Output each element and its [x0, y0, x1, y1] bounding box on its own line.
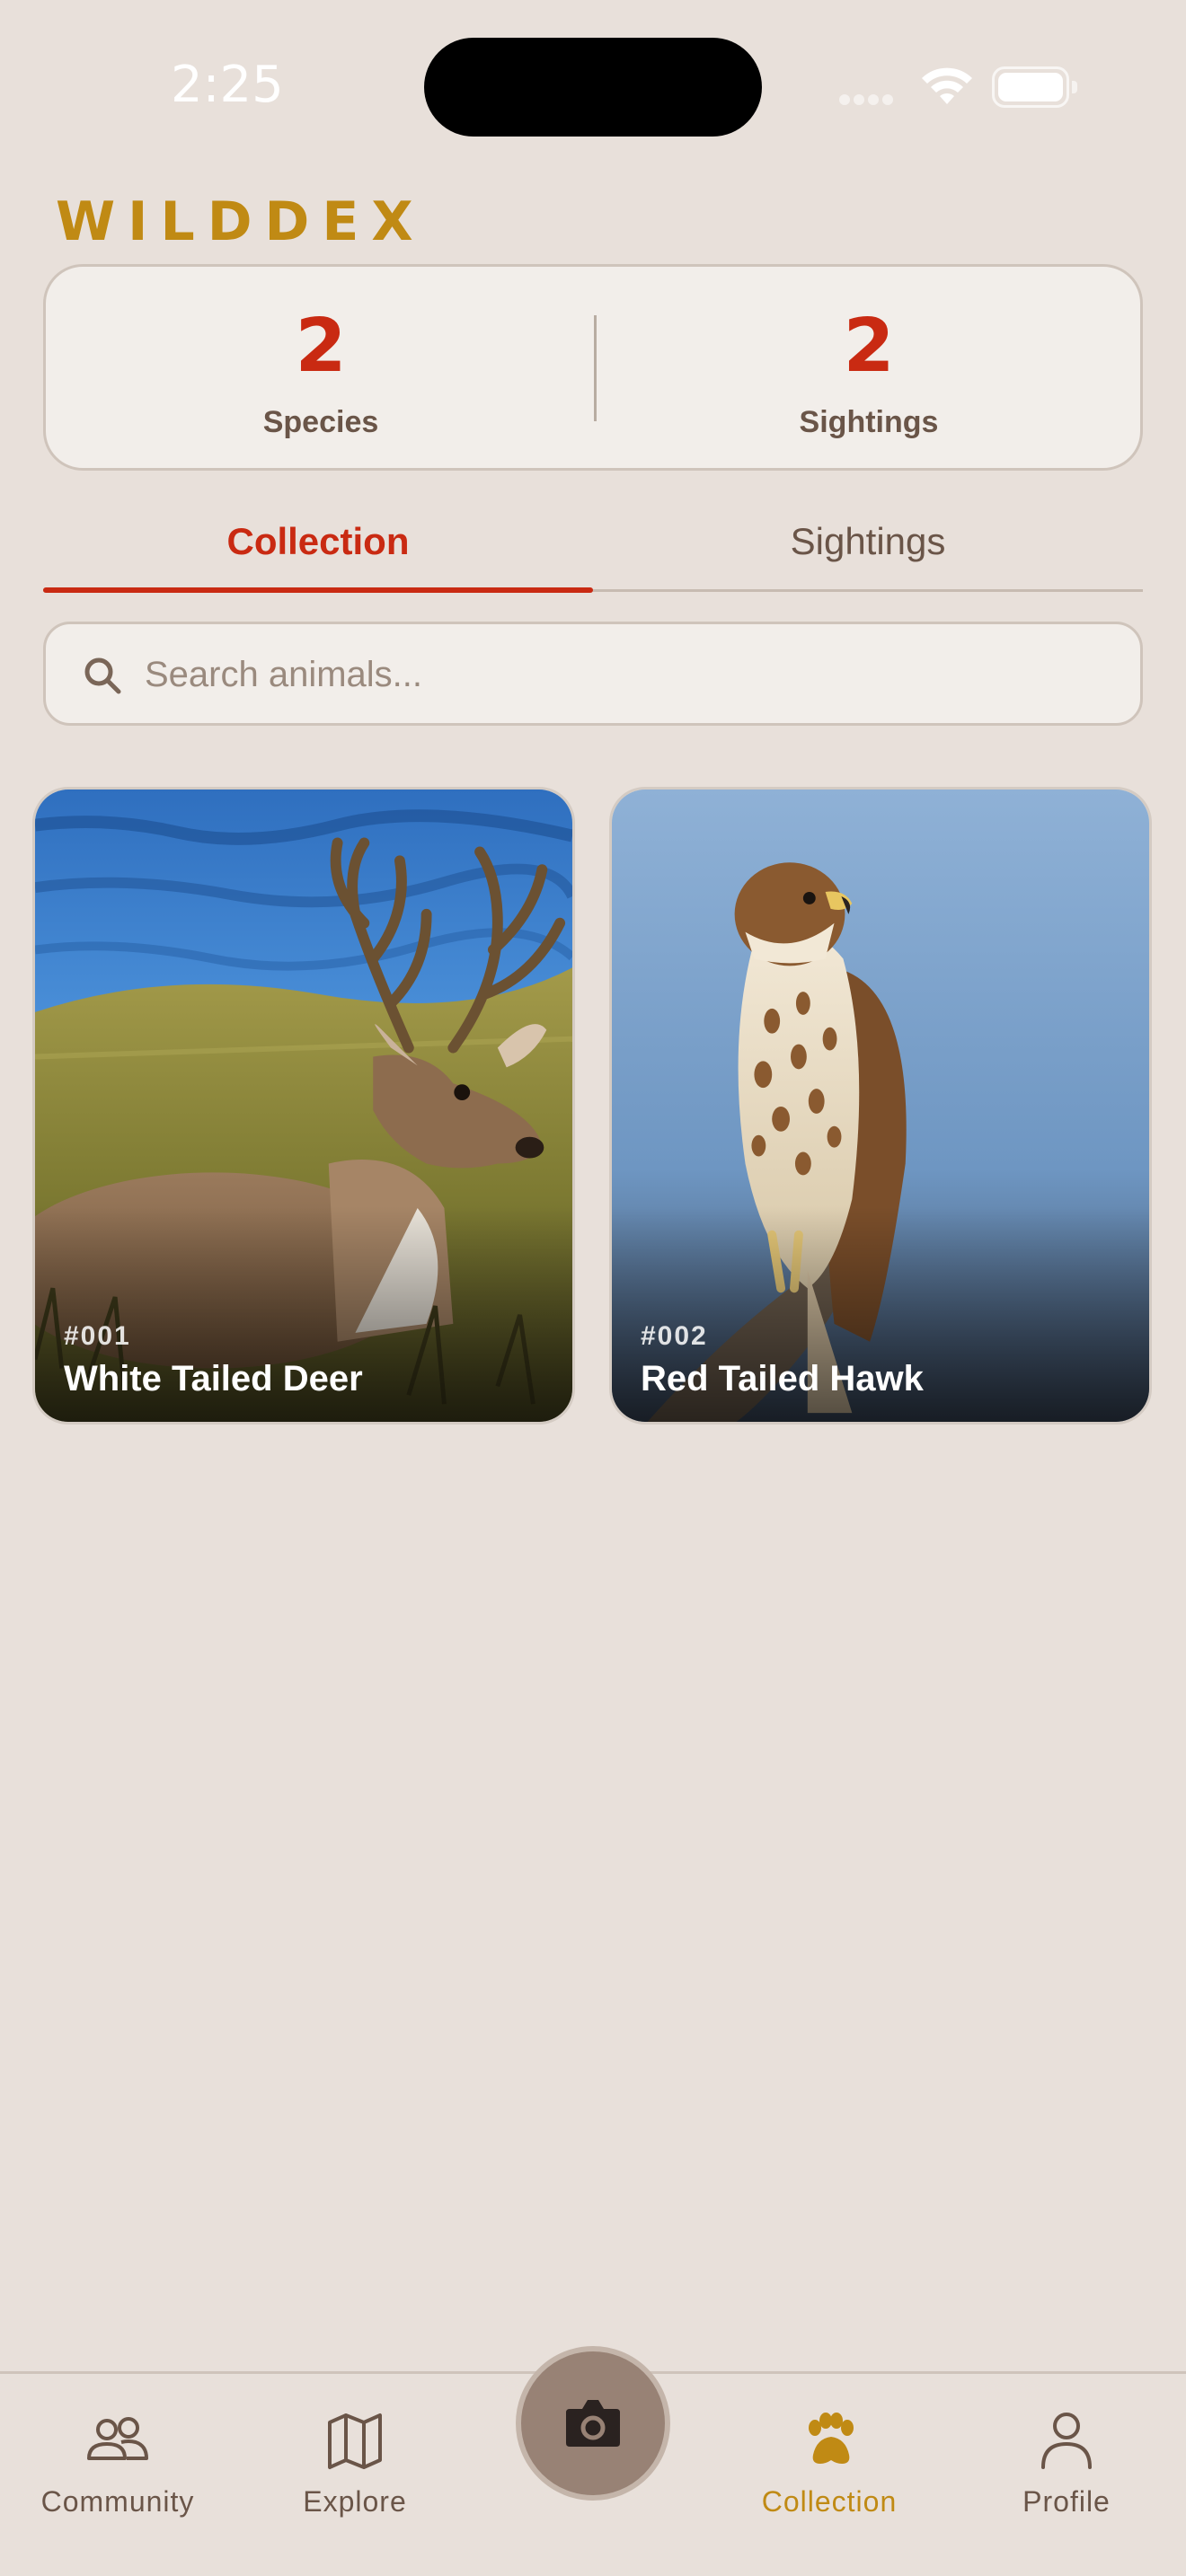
active-tab-indicator	[43, 587, 593, 593]
paw-icon	[809, 2413, 854, 2464]
nav-profile[interactable]: Profile	[968, 2408, 1165, 2519]
nav-explore[interactable]: Explore	[256, 2408, 454, 2519]
app-logo-title: WILDDEX	[56, 190, 426, 253]
card-number: #001	[64, 1321, 131, 1351]
battery-icon	[992, 66, 1078, 108]
stats-summary-card: 2 Species 2 Sightings	[43, 264, 1143, 471]
camera-capture-button[interactable]	[516, 2346, 670, 2501]
nav-label: Collection	[761, 2485, 898, 2518]
map-icon	[328, 2413, 382, 2469]
nav-label: Profile	[1022, 2485, 1111, 2518]
nav-collection[interactable]: Collection	[730, 2408, 928, 2519]
animal-card-red-tailed-hawk[interactable]: #002 Red Tailed Hawk	[609, 787, 1152, 1425]
species-label: Species	[262, 405, 379, 439]
tab-collection[interactable]: Collection	[43, 503, 593, 593]
search-bar[interactable]	[43, 622, 1143, 726]
tab-sightings[interactable]: Sightings	[593, 503, 1143, 593]
sightings-stat: 2 Sightings	[594, 267, 1144, 468]
dynamic-island	[424, 38, 762, 137]
sightings-count: 2	[843, 304, 895, 389]
camera-icon	[566, 2400, 620, 2447]
sightings-label: Sightings	[799, 405, 939, 439]
species-count: 2	[295, 304, 347, 389]
people-icon	[87, 2417, 148, 2460]
person-icon	[1041, 2413, 1092, 2469]
card-number: #002	[641, 1321, 708, 1351]
view-tabs: Collection Sightings	[43, 503, 1143, 596]
card-name: White Tailed Deer	[64, 1359, 363, 1398]
card-name: Red Tailed Hawk	[641, 1359, 924, 1398]
cellular-signal-icon	[839, 93, 902, 106]
nav-community[interactable]: Community	[19, 2408, 217, 2519]
wifi-icon	[922, 67, 972, 104]
search-input[interactable]	[145, 642, 1115, 707]
species-stat: 2 Species	[46, 267, 596, 468]
status-time: 2:25	[171, 56, 284, 114]
animal-card-white-tailed-deer[interactable]: #001 White Tailed Deer	[32, 787, 575, 1425]
nav-label: Community	[40, 2485, 195, 2518]
search-icon	[84, 657, 121, 694]
nav-label: Explore	[303, 2485, 407, 2518]
